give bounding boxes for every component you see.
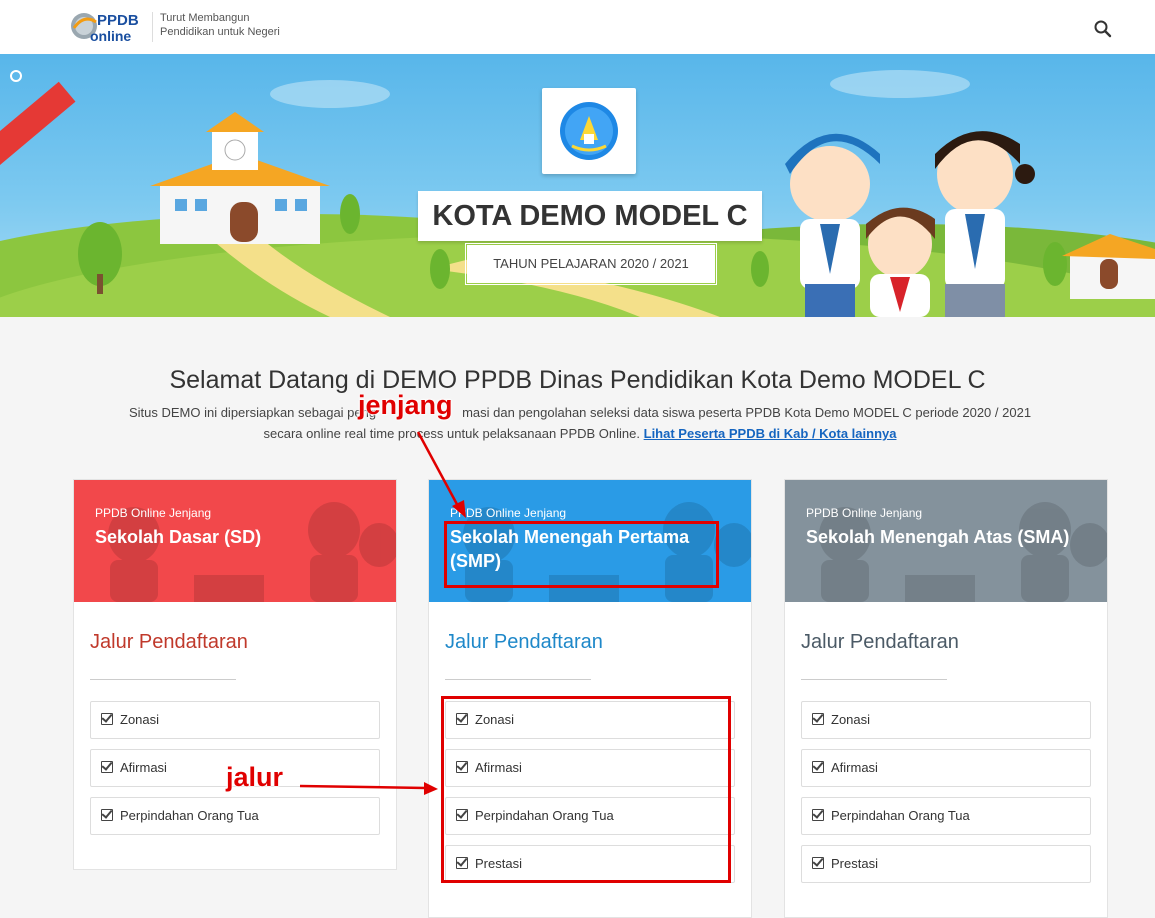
jalur-divider — [445, 679, 591, 680]
jalur-item-label: Prestasi — [831, 856, 878, 871]
jalur-divider — [90, 679, 236, 680]
jalur-item-afirmasi[interactable]: Afirmasi — [801, 749, 1091, 787]
jalur-title: Jalur Pendaftaran — [90, 631, 248, 653]
checkbox-checked-icon — [812, 857, 824, 869]
hero-title: KOTA DEMO MODEL C — [418, 191, 762, 241]
jalur-item-label: Zonasi — [831, 712, 871, 727]
kemdikbud-logo — [542, 88, 636, 174]
card-sma: PPDB Online Jenjang Sekolah Menengah Ata… — [784, 479, 1108, 918]
card-sd: PPDB Online Jenjang Sekolah Dasar (SD) J… — [73, 479, 397, 870]
jalur-item-perpindahan-orang-tua[interactable]: Perpindahan Orang Tua — [90, 797, 380, 835]
jalur-divider — [801, 679, 947, 680]
welcome-text-part2: masi dan pengolahan seleksi data siswa p… — [462, 405, 1032, 420]
svg-text:PPDB: PPDB — [97, 12, 139, 29]
jalur-item-label: Perpindahan Orang Tua — [831, 808, 970, 823]
checkbox-checked-icon — [101, 809, 113, 821]
welcome-text-line2: secara online real time process untuk pe… — [263, 426, 644, 441]
ribbon-icon — [10, 70, 22, 82]
card-body: Jalur Pendaftaran Zonasi Afirmasi Perpinda… — [74, 602, 396, 869]
jalur-list: Zonasi Afirmasi Perpindahan Orang Tua Prest… — [801, 701, 1091, 883]
tagline-line1: Turut Membangun — [160, 12, 250, 24]
checkbox-checked-icon — [101, 761, 113, 773]
card-kicker: PPDB Online Jenjang — [95, 506, 212, 520]
card-header[interactable]: PPDB Online Jenjang Sekolah Menengah Ata… — [785, 480, 1107, 602]
welcome-title: Selamat Datang di DEMO PPDB Dinas Pendid… — [169, 366, 986, 394]
card-header[interactable]: PPDB Online Jenjang Sekolah Dasar (SD) — [74, 480, 396, 602]
checkbox-checked-icon — [812, 713, 824, 725]
jalur-item-label: Afirmasi — [120, 760, 167, 775]
jalur-item-label: Zonasi — [120, 712, 160, 727]
jalur-title: Jalur Pendaftaran — [801, 631, 959, 653]
hero-school-year: TAHUN PELAJARAN 2020 / 2021 — [467, 245, 715, 283]
jalur-item-label: Afirmasi — [831, 760, 878, 775]
other-regions-link[interactable]: Lihat Peserta PPDB di Kab / Kota lainnya — [644, 426, 897, 441]
card-jenjang-name: Sekolah Menengah Atas (SMA) — [806, 527, 1070, 547]
card-kicker: PPDB Online Jenjang — [450, 506, 567, 520]
hero-banner: KOTA DEMO MODEL C TAHUN PELAJARAN 2020 /… — [0, 54, 1155, 317]
svg-text:online: online — [90, 28, 131, 44]
card-kicker: PPDB Online Jenjang — [806, 506, 923, 520]
logo-divider — [152, 12, 153, 42]
jalur-item-label: Perpindahan Orang Tua — [120, 808, 259, 823]
tagline: Turut Membangun Pendidikan untuk Negeri — [160, 11, 280, 39]
jalur-title: Jalur Pendaftaran — [445, 631, 603, 653]
search-icon[interactable] — [1093, 19, 1113, 39]
annotation-label-jenjang: jenjang — [358, 390, 454, 421]
top-navbar: PPDB online Turut Membangun Pendidikan u… — [0, 0, 1155, 55]
card-jenjang-name: Sekolah Dasar (SD) — [95, 527, 262, 547]
checkbox-checked-icon — [101, 713, 113, 725]
annotation-box-jalur — [441, 696, 731, 883]
welcome-text: Situs DEMO ini dipersiapkan sebagai peng… — [60, 402, 1100, 444]
annotation-label-jalur: jalur — [225, 762, 284, 793]
tagline-line2: Pendidikan untuk Negeri — [160, 26, 280, 38]
annotation-box-jenjang — [444, 521, 719, 588]
jalur-item-prestasi[interactable]: Prestasi — [801, 845, 1091, 883]
ppdb-online-logo[interactable]: PPDB online — [70, 6, 150, 46]
card-body: Jalur Pendaftaran Zonasi Afirmasi Perpinda… — [785, 602, 1107, 917]
jalur-item-zonasi[interactable]: Zonasi — [90, 701, 380, 739]
welcome-text-part1: Situs DEMO ini dipersiapkan sebagai peng — [128, 405, 377, 420]
checkbox-checked-icon — [812, 761, 824, 773]
checkbox-checked-icon — [812, 809, 824, 821]
jalur-item-zonasi[interactable]: Zonasi — [801, 701, 1091, 739]
jalur-item-perpindahan-orang-tua[interactable]: Perpindahan Orang Tua — [801, 797, 1091, 835]
